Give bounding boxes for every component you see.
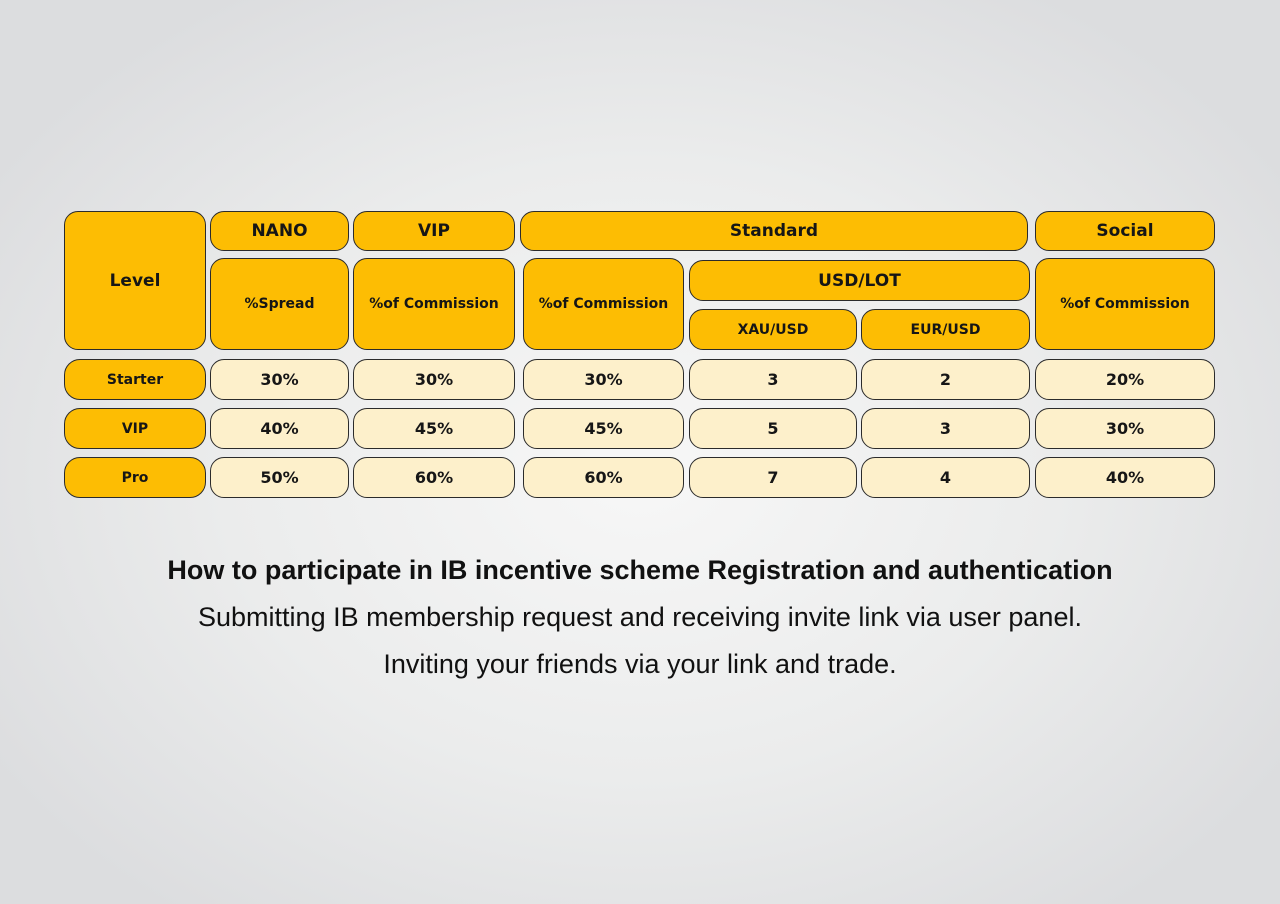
eur-usd-cell: 2 xyxy=(861,359,1030,400)
nano-header: NANO xyxy=(210,211,349,251)
xau-usd-cell: 3 xyxy=(689,359,857,400)
social-commission-cell: 30% xyxy=(1035,408,1215,449)
eur-usd-value: 3 xyxy=(939,419,952,438)
vip-commission-header: %of Commission xyxy=(353,258,515,350)
nano-spread-cell: 50% xyxy=(210,457,349,498)
xau-usd-cell: 7 xyxy=(689,457,857,498)
xau-usd-cell: 5 xyxy=(689,408,857,449)
vip-header: VIP xyxy=(353,211,515,251)
vip-commission-value: 45% xyxy=(414,419,454,438)
vip-header-label: VIP xyxy=(418,221,450,241)
nano-spread-value: 50% xyxy=(260,468,299,487)
vip-commission-cell: 30% xyxy=(353,359,515,400)
xau-usd-value: 3 xyxy=(767,370,779,389)
vip-commission-value: 60% xyxy=(414,468,454,487)
social-commission-cell: 20% xyxy=(1035,359,1215,400)
vip-commission-cell: 45% xyxy=(353,408,515,449)
nano-spread-cell: 30% xyxy=(210,359,349,400)
standard-commission-value: 30% xyxy=(584,370,623,389)
social-commission-value: 20% xyxy=(1105,370,1145,389)
standard-commission-header-label: %of Commission xyxy=(538,296,669,312)
row-level-label: Starter xyxy=(106,371,164,388)
xau-usd-header-label: XAU/USD xyxy=(737,321,809,338)
eur-usd-value: 4 xyxy=(939,468,952,487)
standard-commission-cell: 45% xyxy=(523,408,684,449)
vip-commission-header-label: %of Commission xyxy=(369,296,499,312)
info-title: How to participate in IB incentive schem… xyxy=(167,555,1113,585)
standard-header: Standard xyxy=(520,211,1028,251)
level-header-label: Level xyxy=(109,270,161,291)
social-commission-header-label: %of Commission xyxy=(1060,296,1190,312)
social-commission-value: 40% xyxy=(1105,468,1145,487)
level-header: Level xyxy=(64,211,206,350)
nano-header-label: NANO xyxy=(251,221,308,241)
nano-spread-value: 40% xyxy=(260,419,299,438)
eur-usd-cell: 3 xyxy=(861,408,1030,449)
standard-commission-cell: 60% xyxy=(523,457,684,498)
usd-lot-header: USD/LOT xyxy=(689,260,1030,301)
eur-usd-header-label: EUR/USD xyxy=(910,321,981,338)
social-header: Social xyxy=(1035,211,1215,251)
social-commission-value: 30% xyxy=(1105,419,1145,438)
xau-usd-header: XAU/USD xyxy=(689,309,857,350)
nano-spread-cell: 40% xyxy=(210,408,349,449)
row-level-cell: VIP xyxy=(64,408,206,449)
vip-commission-value: 30% xyxy=(414,370,454,389)
nano-spread-header-label: %Spread xyxy=(244,296,315,312)
row-level-cell: Pro xyxy=(64,457,206,498)
social-commission-cell: 40% xyxy=(1035,457,1215,498)
info-line-membership: Submitting IB membership request and rec… xyxy=(198,602,1082,632)
vip-commission-cell: 60% xyxy=(353,457,515,498)
usd-lot-header-label: USD/LOT xyxy=(818,270,901,291)
row-level-label: VIP xyxy=(121,420,149,437)
eur-usd-header: EUR/USD xyxy=(861,309,1030,350)
standard-header-label: Standard xyxy=(729,221,819,241)
standard-commission-header: %of Commission xyxy=(523,258,684,350)
standard-commission-cell: 30% xyxy=(523,359,684,400)
xau-usd-value: 5 xyxy=(767,419,779,438)
nano-spread-header: %Spread xyxy=(210,258,349,350)
social-header-label: Social xyxy=(1096,221,1154,241)
xau-usd-value: 7 xyxy=(767,468,779,487)
eur-usd-value: 2 xyxy=(939,370,952,389)
row-level-label: Pro xyxy=(121,469,149,486)
info-line-invite: Inviting your friends via your link and … xyxy=(383,649,897,679)
social-commission-header: %of Commission xyxy=(1035,258,1215,350)
nano-spread-value: 30% xyxy=(260,370,299,389)
row-level-cell: Starter xyxy=(64,359,206,400)
eur-usd-cell: 4 xyxy=(861,457,1030,498)
standard-commission-value: 45% xyxy=(584,419,623,438)
standard-commission-value: 60% xyxy=(584,468,623,487)
